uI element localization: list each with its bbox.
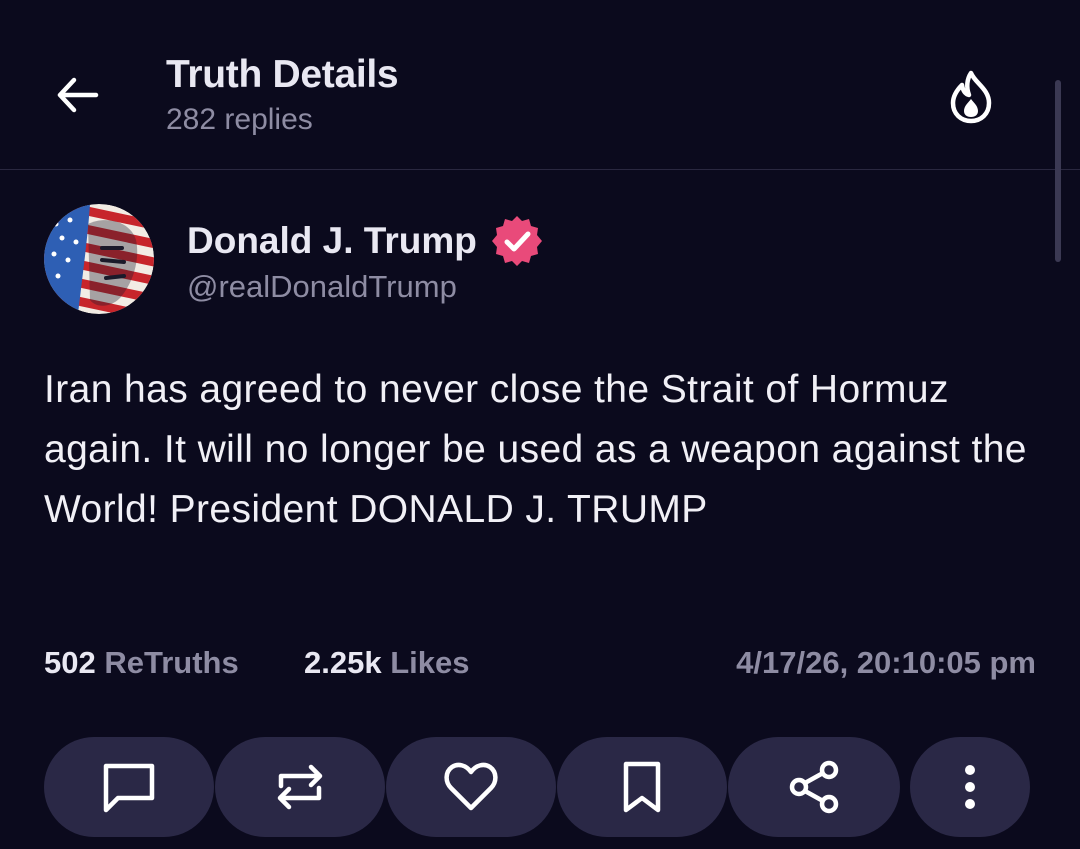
like-button[interactable] bbox=[386, 737, 556, 837]
author-name-text: Donald J. Trump bbox=[187, 220, 477, 261]
share-button[interactable] bbox=[728, 737, 900, 837]
post-stats: 502 ReTruths 2.25k Likes 4/17/26, 20:10:… bbox=[44, 645, 1036, 689]
post-text: Iran has agreed to never close the Strai… bbox=[44, 368, 1027, 531]
likes-stat[interactable]: 2.25k Likes bbox=[304, 645, 469, 681]
reply-button[interactable] bbox=[44, 737, 214, 837]
author-name[interactable]: Donald J. Trump bbox=[187, 213, 545, 269]
action-bar bbox=[44, 737, 1030, 837]
retruths-label: ReTruths bbox=[104, 645, 239, 680]
retruths-stat[interactable]: 502 ReTruths bbox=[44, 645, 239, 681]
arrow-left-icon bbox=[57, 77, 99, 113]
bookmark-icon bbox=[623, 761, 661, 813]
page-title: Truth Details bbox=[166, 53, 399, 96]
share-icon bbox=[789, 760, 839, 814]
retruths-count: 502 bbox=[44, 645, 96, 680]
avatar[interactable] bbox=[44, 204, 154, 314]
top-app-bar: Truth Details 282 replies bbox=[0, 0, 1080, 170]
flame-icon bbox=[950, 70, 992, 124]
back-button[interactable] bbox=[44, 62, 110, 128]
verified-badge-icon bbox=[491, 216, 542, 266]
replies-count: 282 replies bbox=[166, 103, 313, 136]
likes-count: 2.25k bbox=[304, 645, 382, 680]
trending-button[interactable] bbox=[940, 66, 1002, 128]
bookmark-button[interactable] bbox=[557, 737, 727, 837]
likes-label: Likes bbox=[390, 645, 470, 680]
repost-icon bbox=[277, 764, 323, 810]
author-handle[interactable]: @realDonaldTrump bbox=[187, 269, 457, 305]
post-timestamp: 4/17/26, 20:10:05 pm bbox=[736, 645, 1036, 680]
comment-icon bbox=[103, 763, 155, 813]
truth-details-screen: Truth Details 282 replies Donald J. Trum… bbox=[0, 0, 1080, 849]
scrollbar[interactable] bbox=[1055, 80, 1061, 262]
avatar-image bbox=[44, 204, 154, 314]
more-vertical-icon bbox=[965, 765, 975, 809]
heart-icon bbox=[444, 762, 498, 811]
more-options-button[interactable] bbox=[910, 737, 1030, 837]
retruth-button[interactable] bbox=[215, 737, 385, 837]
